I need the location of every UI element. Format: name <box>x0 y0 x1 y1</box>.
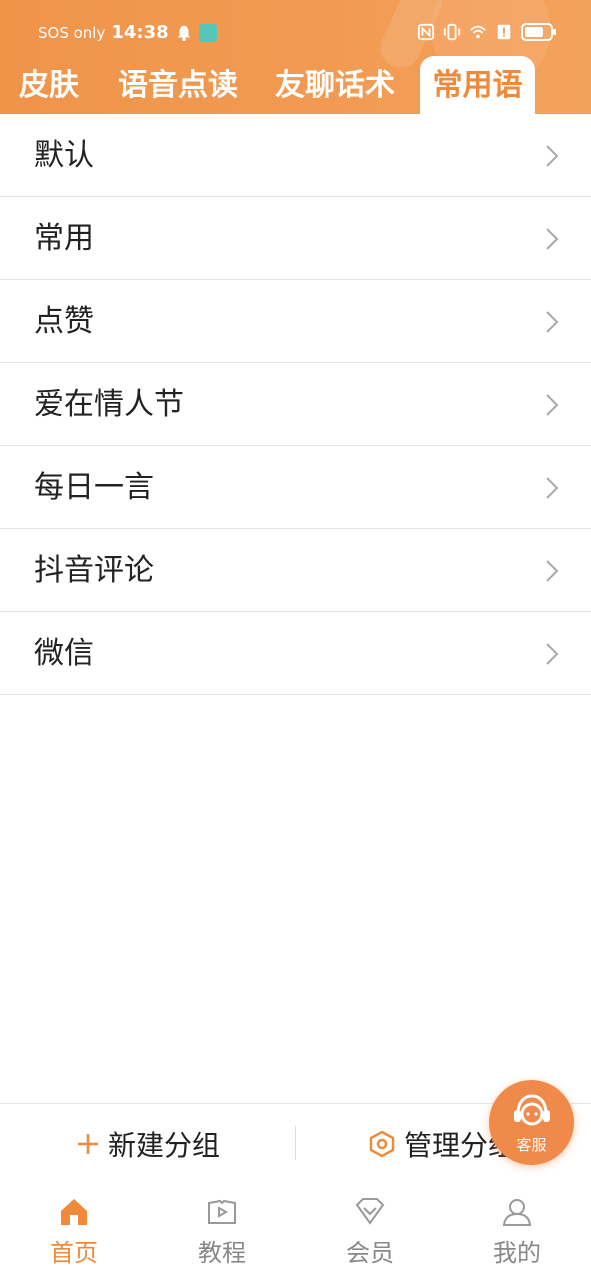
carrier-text: SOS only <box>38 23 106 42</box>
tab-common-phrases[interactable]: 常用语 <box>420 56 535 114</box>
nav-home[interactable]: 首页 <box>0 1183 148 1280</box>
list-item[interactable]: 点赞 <box>0 280 591 363</box>
headset-icon <box>514 1094 550 1126</box>
divider <box>295 1126 296 1160</box>
vip-icon <box>355 1198 385 1225</box>
nav-tutorial[interactable]: 教程 <box>148 1183 296 1280</box>
chevron-right-icon <box>546 311 559 333</box>
customer-service-label: 客服 <box>516 1136 547 1154</box>
vibrate-icon <box>443 23 461 41</box>
group-list: 默认 常用 点赞 爱在情人节 每日一言 抖音评论 微信 <box>0 114 591 695</box>
clock: 14:38 <box>111 22 169 43</box>
chevron-right-icon <box>546 560 559 582</box>
alert-icon <box>497 24 511 40</box>
chevron-right-icon <box>546 477 559 499</box>
list-item[interactable]: 抖音评论 <box>0 529 591 612</box>
nfc-icon <box>417 23 435 41</box>
nav-vip[interactable]: 会员 <box>296 1183 444 1280</box>
chevron-right-icon <box>546 394 559 416</box>
profile-icon <box>502 1199 532 1226</box>
home-icon <box>61 1199 87 1225</box>
list-item-label: 点赞 <box>34 304 94 339</box>
list-item-label: 默认 <box>34 138 94 173</box>
list-item[interactable]: 每日一言 <box>0 446 591 529</box>
list-item[interactable]: 常用 <box>0 197 591 280</box>
app-notification-icon <box>198 23 217 42</box>
list-item[interactable]: 爱在情人节 <box>0 363 591 446</box>
tab-bar: 皮肤 语音点读 友聊话术 常用语 <box>0 56 591 114</box>
wifi-icon <box>470 25 486 39</box>
list-item-label: 常用 <box>34 221 94 256</box>
nav-profile[interactable]: 我的 <box>443 1183 591 1280</box>
list-item-label: 抖音评论 <box>34 553 154 588</box>
list-item-label: 爱在情人节 <box>34 387 184 422</box>
new-group-label: 新建分组 <box>108 1129 221 1162</box>
plus-icon <box>78 1134 98 1154</box>
chevron-right-icon <box>546 643 559 665</box>
tab-voice-reading[interactable]: 语音点读 <box>118 56 238 114</box>
bottom-nav: 首页 教程 会员 我的 <box>0 1183 591 1280</box>
header: SOS only 14:38 皮肤 语音点读 友聊话术 常用语 <box>0 0 591 114</box>
hexagon-settings-icon <box>369 1130 395 1158</box>
nav-vip-label: 会员 <box>346 1239 394 1267</box>
bell-icon <box>177 25 190 41</box>
nav-profile-label: 我的 <box>493 1239 541 1267</box>
nav-tutorial-label: 教程 <box>198 1239 246 1267</box>
status-bar: SOS only 14:38 <box>0 14 591 50</box>
tab-skin[interactable]: 皮肤 <box>18 56 80 114</box>
battery-icon <box>521 23 556 41</box>
list-item-label: 微信 <box>34 636 94 671</box>
customer-service-button[interactable]: 客服 <box>489 1080 574 1165</box>
list-item-label: 每日一言 <box>34 470 154 505</box>
tutorial-icon <box>208 1199 236 1224</box>
chevron-right-icon <box>546 145 559 167</box>
new-group-button[interactable]: 新建分组 <box>76 1104 220 1184</box>
chevron-right-icon <box>546 228 559 250</box>
list-item[interactable]: 微信 <box>0 612 591 695</box>
nav-home-label: 首页 <box>50 1239 98 1267</box>
list-item[interactable]: 默认 <box>0 114 591 197</box>
tab-chat-scripts[interactable]: 友聊话术 <box>275 56 395 114</box>
